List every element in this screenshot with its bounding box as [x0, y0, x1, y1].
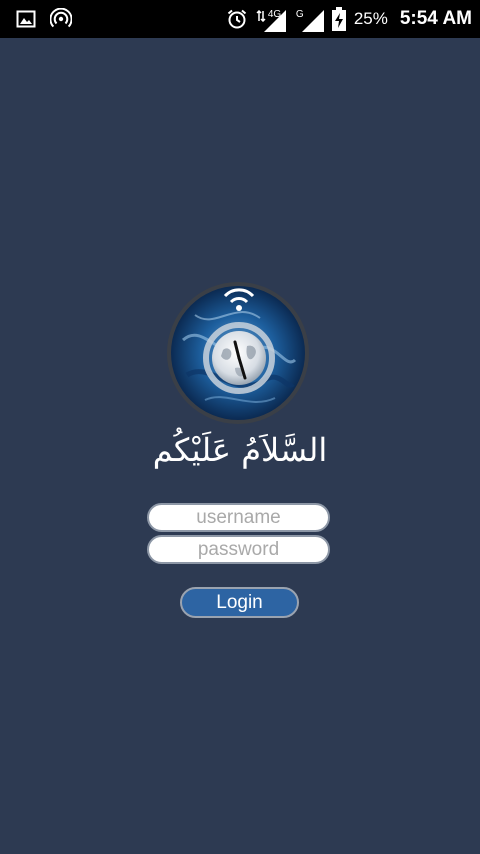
username-input[interactable]	[147, 503, 330, 532]
greeting-text: السَّلاَمُ عَلَيْكُم	[152, 431, 328, 469]
hotspot-icon	[50, 8, 72, 30]
login-button[interactable]: Login	[180, 587, 299, 618]
image-icon	[16, 9, 36, 29]
password-input[interactable]	[147, 535, 330, 564]
signal-icon	[260, 10, 286, 32]
network-4g-indicator: 4G	[256, 6, 286, 32]
network-g-indicator: G	[294, 6, 324, 32]
battery-charging-icon	[331, 7, 346, 31]
status-clock: 5:54 AM	[399, 8, 472, 29]
status-bar-right: 4G G 25% 5:54 AM	[226, 0, 472, 38]
alarm-icon	[226, 8, 248, 30]
signal-icon	[298, 10, 324, 32]
clock-wifi-globe-icon	[167, 282, 309, 424]
status-bar: 4G G 25% 5:54 AM	[0, 0, 480, 38]
app-logo	[165, 280, 311, 426]
battery-percent: 25%	[353, 9, 388, 28]
status-bar-left	[16, 8, 72, 30]
